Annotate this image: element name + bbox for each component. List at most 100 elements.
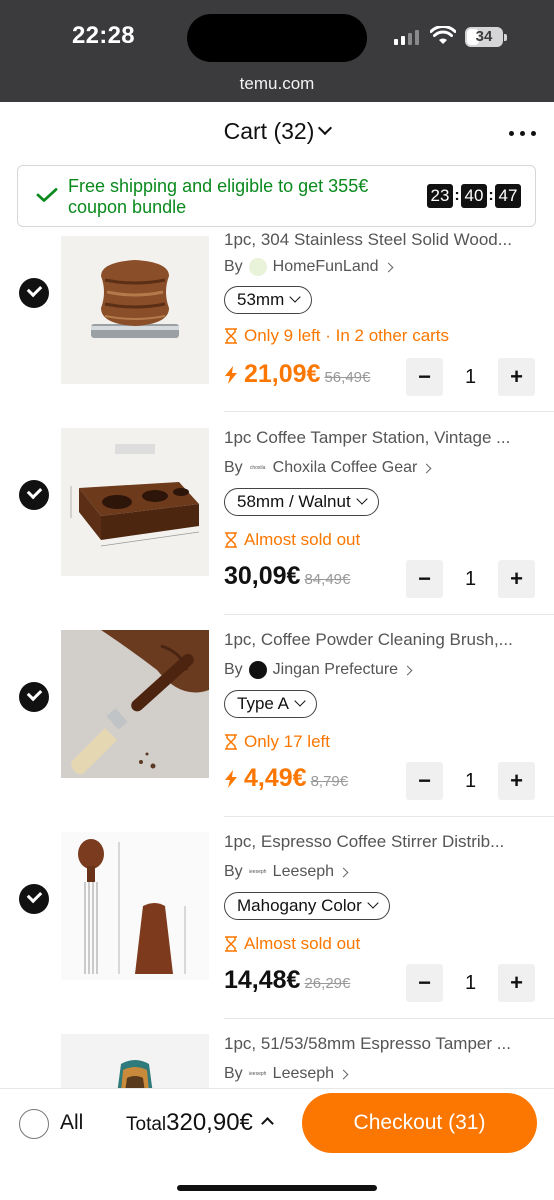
battery-icon: 34	[465, 27, 507, 47]
price: 21,09€ 56,49€	[224, 360, 370, 389]
quantity-stepper[interactable]: − 1 +	[406, 762, 535, 800]
quantity-value[interactable]: 1	[443, 762, 498, 800]
increase-button[interactable]: +	[498, 762, 535, 800]
original-price: 84,49€	[304, 571, 351, 588]
seller-name: Leeseph	[272, 863, 335, 880]
status-time: 22:28	[72, 22, 135, 49]
decrease-button[interactable]: −	[406, 358, 443, 396]
chevron-up-icon	[261, 1117, 274, 1130]
quantity-stepper[interactable]: − 1 +	[406, 560, 535, 598]
increase-button[interactable]: +	[498, 964, 535, 1002]
price: 4,49€ 8,79€	[224, 764, 348, 793]
product-image-espresso-tamper[interactable]	[61, 1034, 209, 1088]
timer-minutes: 40	[461, 184, 487, 208]
product-title[interactable]: 1pc Coffee Tamper Station, Vintage ...	[224, 428, 534, 448]
timer-hours: 23	[427, 184, 453, 208]
countdown-timer: 23 : 40 : 47	[427, 184, 521, 208]
stock-notice: Only 9 left · In 2 other carts	[224, 326, 449, 346]
select-all-checkbox[interactable]	[19, 1109, 49, 1139]
stock-text: Almost sold out	[244, 530, 361, 549]
cart-item-list[interactable]: 1pc, 304 Stainless Steel Solid Wood... B…	[0, 228, 554, 1088]
increase-button[interactable]: +	[498, 560, 535, 598]
variant-label: 53mm	[237, 290, 285, 309]
variant-dropdown[interactable]: Type A	[224, 690, 317, 718]
seller-link[interactable]: By choxila Choxila Coffee Gear	[224, 459, 432, 477]
seller-link[interactable]: By leeseph Leeseph	[224, 1065, 349, 1083]
product-title[interactable]: 1pc, Espresso Coffee Stirrer Distrib...	[224, 832, 534, 852]
current-price: 4,49€	[244, 764, 307, 792]
seller-name: Jingan Prefecture	[272, 661, 399, 678]
increase-button[interactable]: +	[498, 358, 535, 396]
current-price: 30,09€	[224, 562, 301, 590]
quantity-value[interactable]: 1	[443, 358, 498, 396]
stock-notice: Only 17 left	[224, 732, 330, 752]
cart-title[interactable]: Cart (32)	[0, 118, 554, 145]
item-select-checkbox[interactable]	[19, 480, 49, 510]
quantity-value[interactable]: 1	[443, 964, 498, 1002]
url-bar[interactable]: temu.com	[0, 74, 554, 94]
product-title[interactable]: 1pc, 304 Stainless Steel Solid Wood...	[224, 230, 534, 250]
product-image-tamper-station[interactable]	[61, 428, 209, 576]
current-price: 21,09€	[244, 360, 321, 388]
decrease-button[interactable]: −	[406, 964, 443, 1002]
select-all-label[interactable]: All	[60, 1111, 83, 1135]
seller-link[interactable]: By HomeFunLand	[224, 258, 393, 276]
quantity-value[interactable]: 1	[443, 560, 498, 598]
seller-link[interactable]: By Jingan Prefecture	[224, 661, 413, 679]
product-title[interactable]: 1pc, Coffee Powder Cleaning Brush,...	[224, 630, 534, 650]
chevron-right-icon	[402, 665, 413, 675]
timer-seconds: 47	[495, 184, 521, 208]
seller-logo-icon	[248, 258, 267, 276]
stock-text: Only 17 left	[244, 732, 330, 751]
cart-item[interactable]: 1pc Coffee Tamper Station, Vintage ... B…	[0, 400, 554, 615]
product-image-stirrer[interactable]	[61, 832, 209, 980]
seller-logo-icon: choxila	[248, 459, 267, 477]
checkout-button[interactable]: Checkout (31)	[302, 1093, 537, 1153]
chevron-down-icon	[318, 120, 333, 136]
more-icon[interactable]	[506, 122, 540, 144]
cart-item[interactable]: 1pc, Coffee Powder Cleaning Brush,... By…	[0, 602, 554, 817]
seller-name: HomeFunLand	[272, 258, 379, 275]
quantity-stepper[interactable]: − 1 +	[406, 964, 535, 1002]
hourglass-icon	[225, 936, 237, 952]
cart-item[interactable]: 1pc, 51/53/58mm Espresso Tamper ... By l…	[0, 1006, 554, 1088]
item-select-checkbox[interactable]	[19, 682, 49, 712]
hourglass-icon	[225, 734, 237, 750]
price: 14,48€ 26,29€	[224, 966, 350, 995]
chevron-right-icon	[338, 1069, 349, 1079]
seller-logo-icon: leeseph	[248, 1065, 267, 1083]
product-image-tamper[interactable]	[61, 236, 209, 384]
cart-item[interactable]: 1pc, Espresso Coffee Stirrer Distrib... …	[0, 804, 554, 1019]
free-shipping-banner[interactable]: Free shipping and eligible to get 355€ c…	[17, 165, 536, 227]
seller-link[interactable]: By leeseph Leeseph	[224, 863, 349, 881]
total-summary[interactable]: Total 320,90€	[126, 1109, 274, 1137]
chevron-right-icon	[421, 463, 432, 473]
chevron-down-icon	[289, 291, 301, 303]
lightning-icon	[225, 769, 237, 788]
item-select-checkbox[interactable]	[19, 278, 49, 308]
by-label: By	[224, 1065, 243, 1082]
product-image-brush[interactable]	[61, 630, 209, 778]
variant-dropdown[interactable]: 58mm / Walnut	[224, 488, 379, 516]
variant-label: Mahogany Color	[237, 896, 362, 915]
quantity-stepper[interactable]: − 1 +	[406, 358, 535, 396]
original-price: 56,49€	[324, 369, 371, 386]
product-title[interactable]: 1pc, 51/53/58mm Espresso Tamper ...	[224, 1034, 534, 1054]
by-label: By	[224, 863, 243, 880]
variant-label: 58mm / Walnut	[237, 492, 351, 511]
total-value: 320,90€	[166, 1109, 253, 1136]
decrease-button[interactable]: −	[406, 560, 443, 598]
home-indicator	[177, 1185, 377, 1191]
stock-notice: Almost sold out	[224, 530, 360, 550]
item-select-checkbox[interactable]	[19, 884, 49, 914]
cart-item[interactable]: 1pc, 304 Stainless Steel Solid Wood... B…	[0, 228, 554, 412]
decrease-button[interactable]: −	[406, 762, 443, 800]
dynamic-island	[187, 14, 367, 62]
seller-name: Choxila Coffee Gear	[272, 459, 418, 476]
banner-text: Free shipping and eligible to get 355€ c…	[68, 176, 369, 217]
by-label: By	[224, 258, 243, 275]
variant-dropdown[interactable]: 53mm	[224, 286, 313, 314]
signal-icon	[394, 29, 420, 45]
stock-text: Almost sold out	[244, 934, 361, 953]
variant-dropdown[interactable]: Mahogany Color	[224, 892, 390, 920]
